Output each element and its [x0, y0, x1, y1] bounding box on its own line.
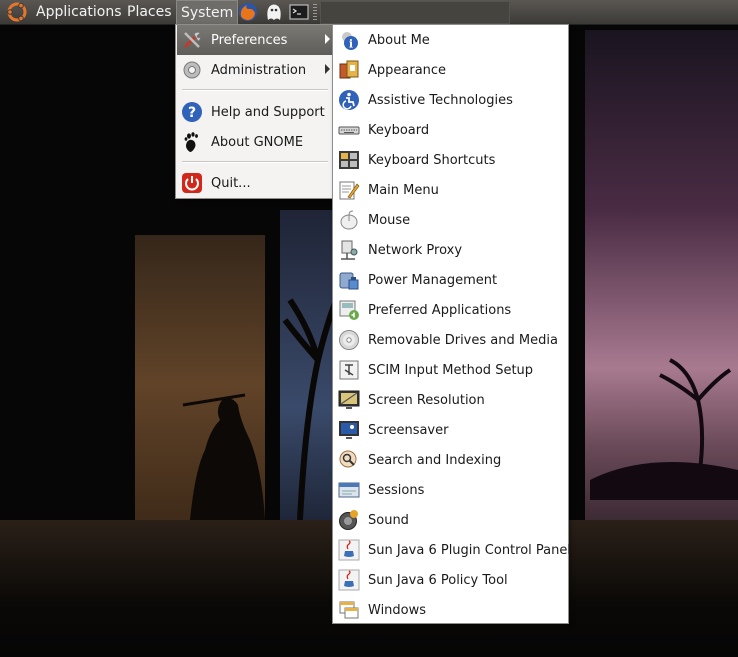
firefox-launcher-icon[interactable]: [238, 2, 258, 22]
preferences-submenu: i About Me Appearance Assistive Technolo…: [332, 24, 571, 625]
menu-separator: [182, 89, 328, 91]
menu-item-main-menu[interactable]: Main Menu: [334, 175, 567, 205]
terminal-launcher-icon[interactable]: [289, 2, 309, 22]
menu-item-label: Screensaver: [368, 422, 449, 438]
menu-item-label: Main Menu: [368, 182, 439, 198]
network-proxy-icon: [341, 240, 358, 260]
keyboard-icon: [338, 126, 360, 135]
menu-item-label: Power Management: [368, 272, 498, 288]
menu-item-administration[interactable]: Administration: [177, 55, 332, 85]
menu-item-sun-java-plugin-control-panel[interactable]: Sun Java 6 Plugin Control Panel: [334, 535, 571, 565]
menu-item-label: Removable Drives and Media: [368, 332, 558, 348]
keyboard-shortcuts-icon: [339, 151, 359, 169]
menu-separator: [182, 161, 328, 163]
menu-item-keyboard[interactable]: Keyboard: [334, 115, 567, 145]
menu-item-sun-java-policy-tool[interactable]: Sun Java 6 Policy Tool: [334, 565, 567, 595]
svg-text:i: i: [349, 38, 353, 51]
menu-item-keyboard-shortcuts[interactable]: Keyboard Shortcuts: [334, 145, 567, 175]
menu-item-about-gnome[interactable]: About GNOME: [177, 127, 332, 157]
menu-item-label: Appearance: [368, 62, 447, 78]
sound-speaker-icon: [339, 510, 358, 530]
scim-input-icon: [339, 360, 359, 380]
windows-icon: [339, 601, 359, 619]
power-quit-icon: [182, 173, 202, 193]
accessibility-icon: [339, 90, 359, 110]
places-menu[interactable]: Places: [123, 0, 176, 24]
java-icon: [338, 569, 360, 591]
search-indexing-icon: [339, 450, 357, 468]
menu-item-label: Assistive Technologies: [368, 92, 513, 108]
menu-item-assistive-technologies[interactable]: Assistive Technologies: [334, 85, 567, 115]
menu-item-label: Search and Indexing: [368, 452, 502, 468]
help-icon: ?: [182, 102, 202, 122]
menu-item-network-proxy[interactable]: Network Proxy: [334, 235, 567, 265]
preferred-applications-icon: [339, 300, 359, 320]
menu-item-label: About GNOME: [211, 134, 304, 150]
menu-item-appearance[interactable]: Appearance: [334, 55, 567, 85]
menu-item-power-management[interactable]: Power Management: [334, 265, 567, 295]
panel-empty-area: [320, 1, 510, 24]
screen-resolution-icon: [338, 390, 360, 409]
menu-item-mouse[interactable]: Mouse: [334, 205, 567, 235]
menu-item-help-and-support[interactable]: ? Help and Support: [177, 97, 332, 127]
preferences-tools-icon: [183, 31, 201, 49]
menu-item-label: Administration: [211, 62, 307, 78]
menu-item-label: Help and Support: [211, 104, 325, 120]
gnome-foot-icon: [184, 132, 198, 152]
menu-item-label: Keyboard: [368, 122, 430, 138]
menu-item-label: Sound: [368, 512, 409, 528]
sessions-icon: [338, 482, 360, 498]
menu-item-sound[interactable]: Sound: [334, 505, 567, 535]
menu-item-label: Mouse: [368, 212, 411, 228]
menu-item-preferred-applications[interactable]: Preferred Applications: [334, 295, 567, 325]
power-management-icon: [339, 272, 359, 290]
menu-item-label: Keyboard Shortcuts: [368, 152, 496, 168]
panel-drag-handle[interactable]: [313, 4, 317, 20]
menu-item-label: Sun Java 6 Plugin Control Panel: [368, 542, 571, 558]
administration-gear-icon: [183, 61, 201, 79]
menu-item-sessions[interactable]: Sessions: [334, 475, 567, 505]
appearance-icon: [339, 60, 359, 79]
menu-item-label: Quit...: [211, 175, 251, 191]
java-icon: [338, 539, 360, 561]
menu-item-label: Screen Resolution: [368, 392, 485, 408]
menu-item-preferences[interactable]: Preferences: [177, 25, 332, 55]
submenu-arrow-icon: [325, 34, 330, 44]
menu-item-screen-resolution[interactable]: Screen Resolution: [334, 385, 567, 415]
menu-item-label: Windows: [368, 602, 427, 618]
menu-item-label: Network Proxy: [368, 242, 463, 258]
menu-item-scim-input-method-setup[interactable]: SCIM Input Method Setup: [334, 355, 567, 385]
menu-item-windows[interactable]: Windows: [334, 595, 567, 625]
system-menu[interactable]: System: [176, 0, 239, 24]
applications-menu[interactable]: Applications: [32, 0, 126, 24]
submenu-arrow-icon: [325, 64, 330, 74]
menu-item-label: Preferences: [211, 32, 288, 48]
menu-item-label: About Me: [368, 32, 430, 48]
system-menu-dropdown: Preferences Administration ? Help and Su…: [175, 24, 334, 199]
mouse-icon: [340, 210, 358, 230]
menu-item-label: SCIM Input Method Setup: [368, 362, 534, 378]
menu-item-quit[interactable]: Quit...: [177, 168, 332, 198]
menu-item-label: Preferred Applications: [368, 302, 512, 318]
about-me-info-icon: i: [342, 32, 358, 51]
pidgin-launcher-icon[interactable]: [264, 2, 284, 22]
main-menu-editor-icon: [339, 181, 360, 200]
menu-item-screensaver[interactable]: Screensaver: [334, 415, 567, 445]
menu-item-removable-drives-and-media[interactable]: Removable Drives and Media: [334, 325, 567, 355]
menu-item-search-and-indexing[interactable]: Search and Indexing: [334, 445, 567, 475]
menu-item-about-me[interactable]: i About Me: [334, 25, 567, 55]
menu-item-label: Sun Java 6 Policy Tool: [368, 572, 508, 588]
ubuntu-logo-icon[interactable]: [7, 2, 27, 22]
screensaver-icon: [339, 421, 359, 439]
menu-item-label: Sessions: [368, 482, 425, 498]
svg-text:?: ?: [188, 105, 196, 121]
top-panel: Applications Places System: [0, 0, 738, 25]
cd-disc-icon: [339, 330, 359, 350]
